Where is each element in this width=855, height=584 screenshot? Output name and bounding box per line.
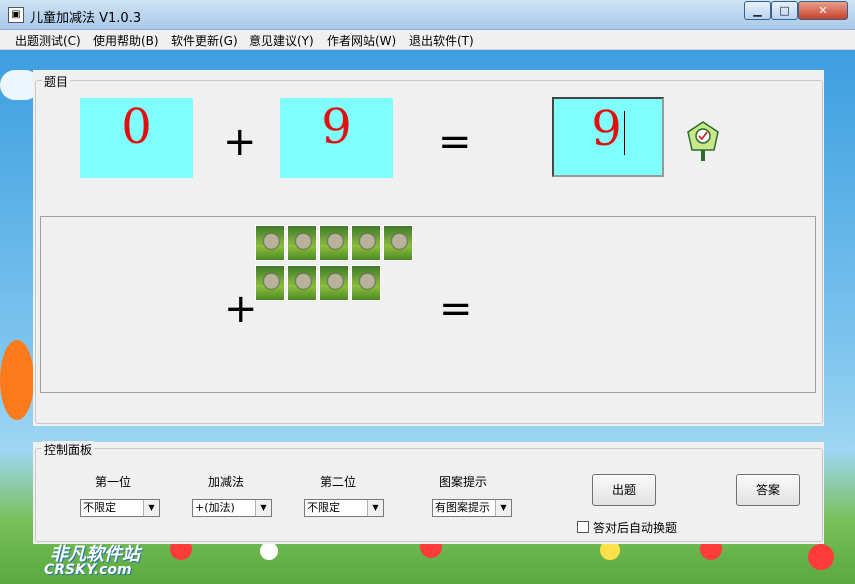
snail-picture-icon <box>319 265 349 301</box>
dropdown-arrow-icon[interactable]: ▼ <box>367 500 383 516</box>
snail-picture-icon <box>255 225 285 261</box>
snail-picture-icon <box>351 225 381 261</box>
answer-value: 9 <box>591 101 622 157</box>
text-caret <box>623 110 625 155</box>
menu-test[interactable]: 出题测试(C) <box>15 32 81 49</box>
picture-hint-label: 图案提示 <box>439 475 488 489</box>
dropdown-arrow-icon[interactable]: ▼ <box>143 500 159 516</box>
second-number-box: 9 <box>280 98 393 178</box>
operation-value: +(加法) <box>195 501 235 514</box>
control-group: 控制面板 <box>35 441 823 542</box>
second-digit-select[interactable]: 不限定 ▼ <box>304 499 384 517</box>
watermark-url: CRSKY.com <box>44 562 132 578</box>
menu-website[interactable]: 作者网站(W) <box>327 32 396 49</box>
menu-help[interactable]: 使用帮助(B) <box>93 32 159 49</box>
hint-plus-sign: + <box>224 286 258 332</box>
first-digit-value: 不限定 <box>83 501 116 514</box>
auto-next-checkbox[interactable] <box>577 521 589 533</box>
window-title: 儿童加减法 V1.0.3 <box>30 11 142 26</box>
menu-bar: 出题测试(C) 使用帮助(B) 软件更新(G) 意见建议(Y) 作者网站(W) … <box>0 30 855 50</box>
question-group-label: 题目 <box>42 73 71 90</box>
new-question-button[interactable]: 出题 <box>592 474 656 506</box>
first-digit-select[interactable]: 不限定 ▼ <box>80 499 160 517</box>
menu-feedback[interactable]: 意见建议(Y) <box>249 32 314 49</box>
picture-hint-select[interactable]: 有图案提示 ▼ <box>432 499 512 517</box>
flower-decoration <box>260 542 278 560</box>
operation-label: 加减法 <box>208 475 245 489</box>
picture-hint-value: 有图案提示 <box>435 501 490 514</box>
snail-picture-icon <box>287 225 317 261</box>
equals-sign: = <box>438 119 472 165</box>
hint-equals-sign: = <box>439 286 473 332</box>
maximize-button[interactable]: □ <box>771 1 798 20</box>
snail-picture-icon <box>351 265 381 301</box>
answer-button[interactable]: 答案 <box>736 474 800 506</box>
snail-picture-icon <box>255 265 285 301</box>
app-icon: ▣ <box>8 7 24 23</box>
minimize-button[interactable]: ▁ <box>744 1 771 20</box>
auto-next-label[interactable]: 答对后自动换题 <box>593 519 677 536</box>
flower-decoration <box>808 544 834 570</box>
snail-picture-icon <box>287 265 317 301</box>
dropdown-arrow-icon[interactable]: ▼ <box>495 500 511 516</box>
title-bar[interactable]: ▣ 儿童加减法 V1.0.3 ▁ □ ✕ <box>0 0 855 30</box>
answer-input[interactable]: 9 <box>552 97 664 177</box>
menu-update[interactable]: 软件更新(G) <box>171 32 238 49</box>
picture-hint-area: + = <box>40 216 816 393</box>
menu-exit[interactable]: 退出软件(T) <box>409 32 474 49</box>
dropdown-arrow-icon[interactable]: ▼ <box>255 500 271 516</box>
first-digit-label: 第一位 <box>95 475 132 489</box>
second-digit-value: 不限定 <box>307 501 340 514</box>
control-panel: 控制面板 第一位 不限定 ▼ 加减法 +(加法) ▼ 第二位 不限定 ▼ 图案提… <box>33 441 824 544</box>
first-number-box: 0 <box>80 98 193 178</box>
snail-picture-icon <box>383 225 413 261</box>
question-panel: 题目 0 + 9 = 9 + = <box>33 70 824 426</box>
snail-picture-icon <box>319 225 349 261</box>
flower-decoration <box>0 340 34 420</box>
second-digit-label: 第二位 <box>320 475 357 489</box>
operation-select[interactable]: +(加法) ▼ <box>192 499 272 517</box>
check-clock-icon <box>686 120 720 162</box>
control-group-label: 控制面板 <box>42 441 95 458</box>
close-button[interactable]: ✕ <box>798 1 848 20</box>
plus-sign: + <box>223 119 257 165</box>
